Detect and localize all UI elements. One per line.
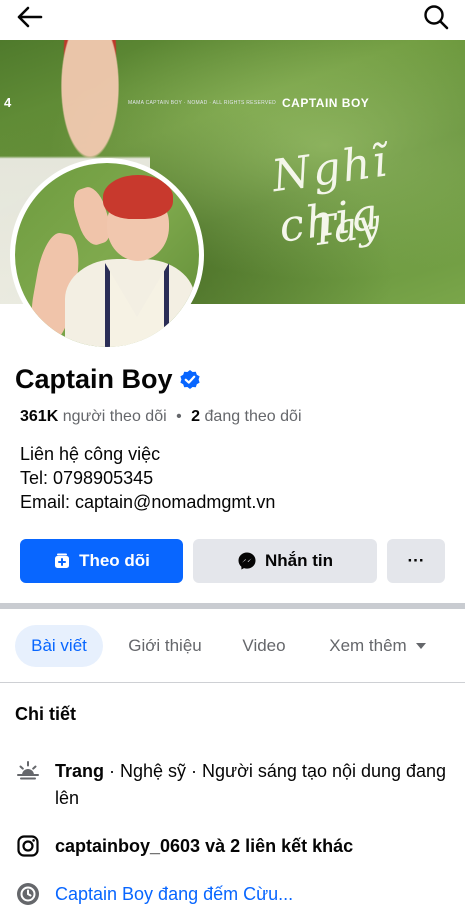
detail-page-type: Trang · Nghệ sỹ · Người sáng tạo nội dun… [15, 758, 455, 812]
instagram-icon [15, 833, 41, 859]
verified-badge-icon [179, 369, 201, 391]
tab-see-more[interactable]: Xem thêm [316, 625, 440, 667]
sunrise-icon [15, 758, 41, 784]
caret-down-icon [415, 642, 427, 650]
tabs-divider [0, 682, 465, 683]
profile-name: Captain Boy [15, 364, 201, 395]
follow-stats: 361K người theo dõi • 2 đang theo dõi [20, 408, 302, 426]
follow-button[interactable]: Theo dõi [20, 539, 183, 583]
links-bold: captainboy_0603 và 2 liên kết khác [55, 836, 354, 856]
profile-avatar[interactable] [10, 158, 204, 352]
message-label: Nhắn tin [265, 551, 333, 570]
bio-line-email: Email: captain@nomadmgmt.vn [20, 492, 276, 512]
avatar-hair [103, 175, 173, 219]
countdown-icon [15, 881, 41, 907]
links-text[interactable]: captainboy_0603 và 2 liên kết khác [55, 833, 353, 860]
details-title: Chi tiết [15, 704, 76, 724]
following-count[interactable]: 2 [191, 408, 200, 425]
countdown-text[interactable]: Captain Boy đang đếm Cừu... [55, 881, 293, 908]
page-type-rest: · Nghệ sỹ · Người sáng tạo nội dung đang… [55, 761, 447, 808]
page-type-text: Trang · Nghệ sỹ · Người sáng tạo nội dun… [55, 758, 455, 812]
messenger-icon [237, 551, 257, 571]
search-icon [424, 5, 449, 30]
tab-about[interactable]: Giới thiệu [117, 625, 213, 667]
top-bar [0, 0, 465, 40]
bio-line-contact: Liên hệ công việc [20, 444, 161, 464]
cover-small-text: MAMA CAPTAIN BOY · NOMAD · ALL RIGHTS RE… [128, 100, 277, 106]
cover-number: 4 [4, 95, 12, 110]
profile-bio: Liên hệ công việc Tel: 0798905345 Email:… [20, 442, 275, 514]
tab-video[interactable]: Video [230, 625, 298, 667]
avatar-image [15, 163, 199, 347]
follow-icon [53, 552, 71, 570]
followers-count[interactable]: 361K [20, 408, 58, 425]
back-button[interactable] [12, 2, 46, 32]
search-button[interactable] [421, 2, 451, 32]
followers-label[interactable]: người theo dõi [63, 408, 167, 425]
page-type-bold: Trang [55, 761, 105, 781]
profile-tabs: Bài viết Giới thiệu Video Xem thêm [0, 620, 465, 674]
detail-links[interactable]: captainboy_0603 và 2 liên kết khác [15, 833, 455, 860]
message-button[interactable]: Nhắn tin [193, 539, 377, 583]
profile-name-text: Captain Boy [15, 364, 173, 394]
more-options-button[interactable]: ··· [387, 539, 445, 583]
follow-label: Theo dõi [79, 551, 150, 570]
bio-line-phone: Tel: 0798905345 [20, 468, 154, 488]
section-divider [0, 603, 465, 609]
detail-countdown[interactable]: Captain Boy đang đếm Cừu... [15, 881, 455, 908]
tab-see-more-label: Xem thêm [329, 636, 407, 655]
cover-title-line2: Tay [307, 200, 383, 256]
cover-brand: CAPTAIN BOY [282, 96, 370, 110]
more-options-label: ··· [407, 551, 425, 570]
tab-posts[interactable]: Bài viết [15, 625, 103, 667]
arrow-left-icon [17, 6, 43, 28]
stats-separator: • [176, 408, 182, 425]
following-label[interactable]: đang theo dõi [205, 408, 302, 425]
